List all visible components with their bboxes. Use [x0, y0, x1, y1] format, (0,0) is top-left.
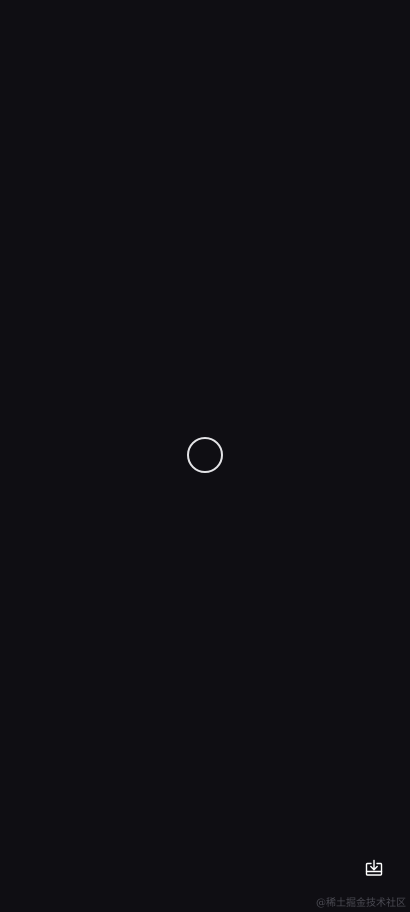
loading-spinner	[187, 437, 223, 473]
image-viewer: @稀土掘金技术社区	[0, 0, 410, 912]
watermark-text: @稀土掘金技术社区	[316, 898, 406, 909]
download-button[interactable]	[364, 858, 384, 878]
download-icon	[364, 858, 384, 878]
